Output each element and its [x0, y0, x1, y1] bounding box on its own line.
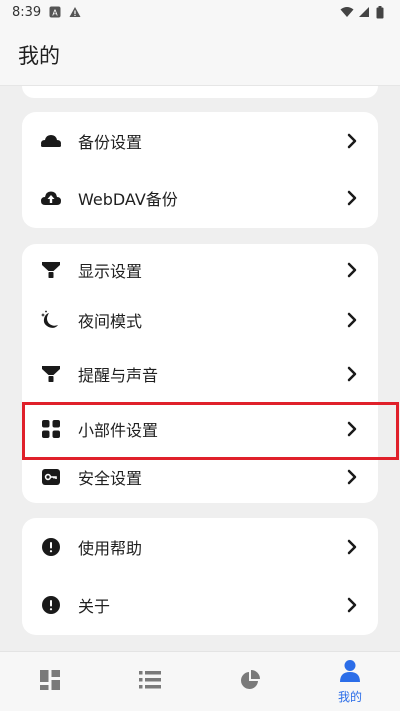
settings-item-label: 显示设置 [78, 262, 143, 281]
bottom-nav: 我的 [0, 651, 400, 711]
settings-item-label: WebDAV备份 [78, 190, 178, 209]
settings-group-help: 使用帮助 关于 [22, 518, 378, 635]
settings-item-label: 安全设置 [78, 469, 143, 488]
settings-group-display: 显示设置 夜间模式 提醒与声音 小部件设置 安全设置 [22, 244, 378, 503]
chevron-right-icon [347, 133, 357, 149]
nav-tab-label: 我的 [337, 689, 362, 704]
widgets-icon [40, 418, 62, 440]
warning-icon [69, 6, 81, 18]
funnel-icon [40, 259, 62, 281]
signal-icon [358, 6, 370, 18]
settings-item-about[interactable]: 关于 [22, 579, 378, 631]
settings-item-backup[interactable]: 备份设置 [22, 115, 378, 167]
svg-text:A: A [52, 9, 58, 18]
notification-a-icon: A [49, 6, 61, 18]
chevron-right-icon [347, 539, 357, 555]
status-bar: 8:39 A [0, 0, 400, 24]
settings-item-label: 使用帮助 [78, 539, 143, 558]
wifi-icon [340, 6, 354, 18]
nav-tab-list[interactable] [100, 652, 200, 711]
alert-circle-icon [40, 536, 62, 558]
settings-item-night-mode[interactable]: 夜间模式 [22, 294, 378, 346]
cloud-upload-icon [40, 187, 62, 209]
person-icon [340, 659, 360, 686]
settings-group-backup: 备份设置 WebDAV备份 [22, 112, 378, 228]
funnel-icon [40, 363, 62, 385]
page-title: 我的 [18, 43, 60, 68]
chevron-right-icon [347, 366, 357, 382]
settings-item-label: 小部件设置 [78, 421, 159, 440]
settings-card-partial [22, 86, 378, 98]
key-icon [40, 466, 62, 488]
settings-item-security[interactable]: 安全设置 [22, 451, 378, 503]
settings-item-webdav[interactable]: WebDAV备份 [22, 172, 378, 224]
list-icon [139, 671, 161, 693]
alert-circle-icon [40, 594, 62, 616]
cloud-icon [40, 130, 62, 152]
pie-chart-icon [240, 670, 260, 694]
settings-item-label: 夜间模式 [78, 312, 143, 331]
settings-item-widgets[interactable]: 小部件设置 [22, 403, 378, 455]
status-time: 8:39 [12, 4, 42, 20]
dashboard-icon [40, 670, 60, 694]
chevron-right-icon [347, 262, 357, 278]
chevron-right-icon [347, 469, 357, 485]
settings-list: 备份设置 WebDAV备份 显示设置 夜间模式 提醒与声音 小部件设置 安全设置… [0, 86, 400, 651]
chevron-right-icon [347, 190, 357, 206]
chevron-right-icon [347, 597, 357, 613]
battery-icon [376, 6, 388, 19]
settings-item-label: 关于 [78, 597, 111, 616]
settings-item-reminders[interactable]: 提醒与声音 [22, 348, 378, 400]
chevron-right-icon [347, 312, 357, 328]
settings-item-label: 提醒与声音 [78, 366, 159, 385]
nav-tab-dashboard[interactable] [0, 652, 100, 711]
settings-item-label: 备份设置 [78, 133, 143, 152]
moon-icon [40, 309, 62, 331]
nav-tab-stats[interactable] [200, 652, 300, 711]
settings-item-display[interactable]: 显示设置 [22, 244, 378, 296]
nav-tab-mine[interactable]: 我的 [300, 652, 400, 711]
settings-item-help[interactable]: 使用帮助 [22, 521, 378, 573]
chevron-right-icon [347, 421, 357, 437]
page-header: 我的 [0, 24, 400, 86]
